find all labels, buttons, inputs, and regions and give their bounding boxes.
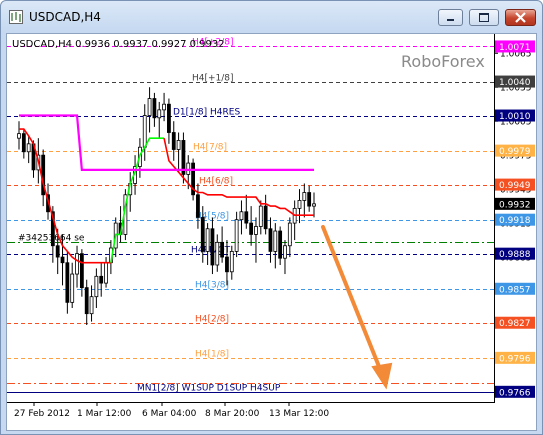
minimize-button[interactable] [438, 9, 463, 26]
candle-body [278, 230, 283, 259]
candle-body [263, 205, 268, 230]
price-tag-text: 0.9949 [499, 181, 531, 191]
candle-body [225, 256, 229, 273]
time-tick-label: 13 Mar 12:00 [269, 409, 329, 419]
candle-body [186, 162, 191, 175]
candle-body [210, 228, 215, 266]
candle-body [70, 273, 75, 303]
candle-body [249, 222, 254, 235]
candle-body [142, 115, 147, 148]
candle-body [94, 275, 99, 298]
candle-body [258, 205, 263, 227]
price-chart[interactable]: H4[+2/8]H4[+1/8]D1[1/8] H4RESH4[7/8]H4[6… [7, 34, 536, 430]
candle-body [268, 228, 273, 252]
price-tag-text: 0.9888 [499, 250, 531, 260]
candle-body [273, 230, 278, 252]
candle-body [215, 241, 220, 266]
candle-body [205, 228, 210, 252]
price-tag-text: 0.9827 [499, 319, 531, 329]
candle-body [229, 251, 234, 273]
candle-body [200, 217, 205, 252]
price-tag-text: 0.9918 [499, 216, 531, 226]
candle-body [55, 245, 60, 258]
candle-body [157, 109, 162, 119]
price-tag-text: 0.9766 [499, 388, 531, 398]
candle-body [312, 203, 316, 207]
price-tag-text: 1.0071 [499, 43, 531, 53]
candle-body [254, 226, 258, 235]
time-tick-label: 8 Mar 20:00 [205, 409, 260, 419]
time-tick-label: 27 Feb 2012 [14, 409, 70, 419]
candle-body [287, 222, 292, 247]
price-tag-text: 1.0010 [499, 112, 531, 122]
time-tick-label: 6 Mar 04:00 [142, 409, 197, 419]
candle-body [196, 194, 200, 218]
price-tag-text: 0.9796 [499, 354, 531, 364]
window-title: USDCAD,H4 [29, 10, 101, 24]
candle-body [234, 219, 239, 252]
chart-window[interactable]: USDCAD,H4 H4[+2/8] H4[+1/8] D1[1/8] H4RES H… [0, 0, 543, 435]
level-label: H4[7/8] [193, 143, 227, 153]
candle-body [75, 253, 79, 275]
candle-body [297, 200, 302, 209]
level-label: H4[2/8] [195, 315, 229, 325]
close-icon [515, 12, 526, 23]
level-label: H4[+1/8] [192, 74, 234, 84]
candle-body [171, 132, 176, 150]
price-tag-text: 0.9979 [499, 147, 531, 157]
candle-body [147, 98, 152, 116]
candle-body [21, 133, 26, 153]
level-label: H4[1/8] [195, 350, 229, 360]
candle-body [84, 287, 89, 315]
price-tag-text: 0.9932 [499, 200, 531, 210]
time-tick-label: 1 Mar 12:00 [77, 409, 132, 419]
candle-body [302, 192, 307, 201]
level-label: H4[6/8] [199, 177, 233, 187]
candle-body [239, 211, 244, 221]
minimize-icon [447, 19, 454, 21]
chart-app-icon [9, 10, 23, 24]
price-tag-text: 0.9857 [499, 285, 531, 295]
close-button[interactable] [505, 9, 536, 26]
candle-body [99, 275, 104, 284]
candle-body [17, 133, 21, 139]
maximize-icon [479, 13, 489, 22]
level-label: D1[1/8] H4RES [173, 108, 240, 118]
candle-body [65, 262, 70, 303]
chart-info: USDCAD,H4 0.9936 0.9937 0.9927 0.9932 [12, 39, 225, 50]
candle-body [176, 140, 181, 150]
level-label: MN1[2/8] W1SUP D1SUP H4SUP [137, 384, 281, 394]
candle-body [162, 103, 166, 111]
candle-body [220, 241, 225, 258]
chart-area[interactable]: H4[+2/8] H4[+1/8] D1[1/8] H4RES H4[7/8] H4[6… [6, 33, 537, 431]
candle-body [244, 211, 249, 224]
candle-body [283, 245, 287, 259]
candle-body [167, 103, 171, 133]
candle-body [26, 143, 31, 153]
candle-body [104, 262, 108, 284]
maximize-button[interactable] [469, 9, 499, 26]
candle-body [79, 253, 84, 289]
candle-body [307, 192, 312, 207]
price-tag-text: 1.0040 [499, 78, 531, 88]
level-label: H4[3/8] [195, 281, 229, 291]
watermark: RoboForex [401, 52, 485, 71]
title-bar[interactable]: USDCAD,H4 [1, 1, 542, 33]
candle-body [89, 296, 94, 315]
candle-body [152, 98, 157, 119]
candle-body [60, 256, 65, 264]
